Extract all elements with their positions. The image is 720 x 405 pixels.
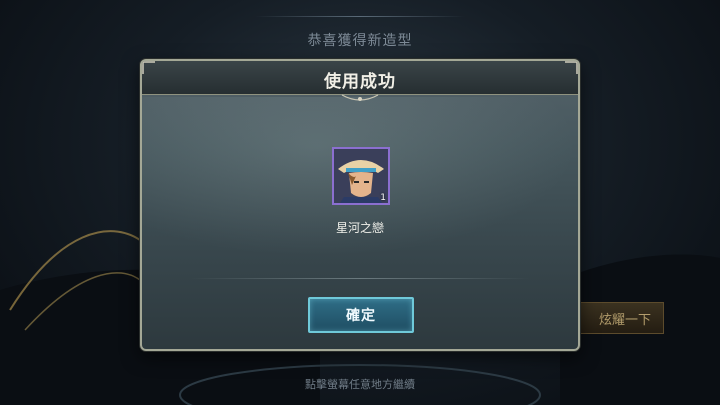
- confirm-button[interactable]: 確定: [308, 297, 414, 333]
- dialog-divider: [190, 278, 530, 279]
- tap-to-continue-hint[interactable]: 點擊螢幕任意地方繼續: [0, 376, 720, 392]
- corner-ornament-icon: [565, 61, 578, 74]
- header-divider: [255, 16, 465, 17]
- success-dialog: 使用成功 1 星河之戀 確定: [140, 59, 580, 351]
- dialog-title: 使用成功: [324, 72, 396, 92]
- skin-item-slot[interactable]: 1: [332, 147, 390, 205]
- corner-ornament-icon: [142, 61, 155, 74]
- show-off-button[interactable]: 炫耀一下: [578, 302, 664, 334]
- dialog-header: 使用成功: [142, 61, 578, 95]
- item-name: 星河之戀: [335, 221, 384, 235]
- congrats-text: 恭喜獲得新造型: [307, 33, 413, 49]
- header-ornament-icon: [341, 94, 379, 101]
- item-count: 1: [380, 193, 386, 203]
